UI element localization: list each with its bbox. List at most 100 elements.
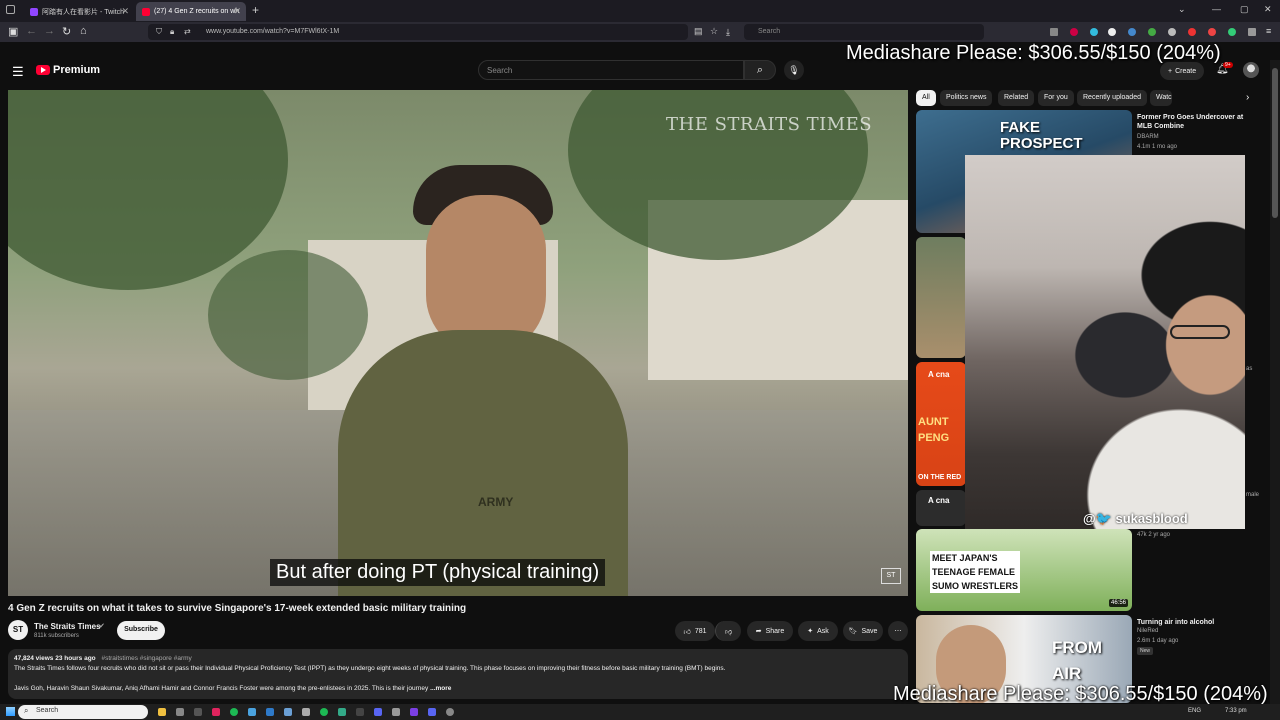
description-box[interactable]: 47,824 views 23 hours ago #straitstimes … — [8, 649, 908, 699]
chip-related[interactable]: Related — [998, 90, 1035, 106]
taskbar-app-icon[interactable] — [338, 708, 346, 716]
chip-all[interactable]: All — [916, 90, 936, 106]
lock-icon[interactable]: 🔒︎ — [170, 27, 174, 37]
dislike-button[interactable]: 👎︎ — [715, 621, 741, 641]
more-actions-button[interactable]: ⋯ — [888, 621, 908, 641]
back-icon[interactable]: ← — [26, 25, 37, 37]
close-tab-icon[interactable]: ✕ — [121, 6, 129, 17]
ask-button[interactable]: ✦ Ask — [798, 621, 838, 641]
taskbar-app-icon[interactable] — [410, 708, 418, 716]
downloads-icon[interactable]: ⤓ — [726, 27, 730, 38]
related-title[interactable]: Former Pro Goes Undercover at MLB Combin… — [1137, 113, 1257, 131]
save-button[interactable]: 🔖︎ Save — [843, 621, 883, 641]
forward-icon[interactable]: → — [44, 25, 55, 37]
url-bar[interactable]: ⛉ 🔒︎ ⇄ www.youtube.com/watch?v=M7FWl6tX-… — [148, 24, 718, 40]
taskbar-app-icon[interactable] — [212, 708, 220, 716]
spotify-icon[interactable] — [230, 708, 238, 716]
account-avatar[interactable] — [1243, 62, 1259, 78]
extension-icon[interactable] — [1148, 28, 1156, 36]
channel-name[interactable]: The Straits Times — [34, 622, 101, 631]
windows-taskbar: ⌕ Search ENG 7:33 pm — [0, 704, 1280, 720]
chip-recently-uploaded[interactable]: Recently uploaded — [1077, 90, 1147, 106]
sidebar-icon[interactable]: ▣ — [8, 25, 18, 38]
hamburger-menu-icon[interactable]: ☰ — [12, 64, 24, 80]
taskbar-app-icon[interactable] — [320, 708, 328, 716]
library-icon[interactable] — [1050, 28, 1058, 36]
taskbar-app-icon[interactable] — [446, 708, 454, 716]
taskbar-app-icon[interactable] — [194, 708, 202, 716]
related-thumbnail[interactable]: MEET JAPAN'S TEENAGE FEMALE SUMO WRESTLE… — [916, 529, 1132, 611]
channel-avatar[interactable]: ST — [8, 620, 28, 640]
related-thumbnail[interactable]: A cna AUNT PENG ON THE RED — [916, 362, 966, 486]
input-language[interactable]: ENG — [1188, 708, 1201, 714]
chip-for-you[interactable]: For you — [1038, 90, 1074, 106]
extension-icon[interactable] — [1070, 28, 1078, 36]
subscribe-watermark-badge[interactable]: ST — [881, 568, 901, 584]
related-channel[interactable]: DBARM — [1137, 134, 1159, 140]
taskbar-app-icon[interactable] — [374, 708, 382, 716]
permissions-icon[interactable]: ⇄ — [184, 27, 191, 36]
subscribe-button[interactable]: Subscribe — [117, 621, 165, 640]
reload-icon[interactable]: ↻ — [62, 25, 71, 38]
browser-tab-twitch[interactable]: 阿踏有人在看影片 - Twitch ✕ — [24, 2, 134, 21]
extension-icon[interactable] — [1188, 28, 1196, 36]
related-thumbnail[interactable]: A cna — [916, 490, 966, 526]
extension-icon[interactable] — [1208, 28, 1216, 36]
youtube-search-input[interactable]: Search — [478, 60, 744, 80]
sparkle-icon: ✦ — [807, 628, 814, 635]
related-thumbnail[interactable] — [916, 237, 966, 358]
taskbar-app-icon[interactable] — [266, 708, 274, 716]
related-title[interactable]: Turning air into alcohol — [1137, 618, 1257, 627]
show-more-link[interactable]: ...more — [430, 685, 451, 692]
search-placeholder: Search — [487, 66, 513, 75]
app-menu-icon[interactable]: ≡ — [1266, 26, 1271, 36]
taskbar-app-icon[interactable] — [302, 708, 310, 716]
file-explorer-icon[interactable] — [158, 708, 166, 716]
close-window-button[interactable]: ✕ — [1264, 4, 1272, 15]
extension-icon[interactable] — [1128, 28, 1136, 36]
browser-search-field[interactable]: Search — [744, 24, 984, 40]
like-button[interactable]: 👍︎ 781 — [675, 621, 715, 641]
taskbar-app-icon[interactable] — [284, 708, 292, 716]
taskbar-app-icon[interactable] — [176, 708, 184, 716]
scrollbar-thumb[interactable] — [1272, 68, 1278, 218]
new-tab-button[interactable]: + — [252, 3, 259, 17]
share-button[interactable]: ➦ Share — [747, 621, 793, 641]
related-channel[interactable]: NileRed — [1137, 628, 1158, 634]
taskbar-app-icon[interactable] — [428, 708, 436, 716]
video-player[interactable]: ARMY THE STRAITS TIMES But after doing P… — [8, 90, 908, 596]
tab-overflow-icon[interactable]: ⌄ — [1178, 4, 1186, 15]
url-text[interactable]: www.youtube.com/watch?v=M7FWl6tX-1M — [206, 28, 339, 35]
extension-icon[interactable] — [1168, 28, 1176, 36]
close-tab-icon[interactable]: ✕ — [233, 6, 241, 17]
minimize-button[interactable]: — — [1212, 4, 1221, 14]
video-duration: 46:56 — [1108, 599, 1128, 607]
browser-tab-youtube[interactable]: (27) 4 Gen Z recruits on wh ✕ — [136, 2, 246, 21]
home-icon[interactable]: ⌂ — [80, 25, 87, 37]
extension-icon[interactable] — [1228, 28, 1236, 36]
description-text: The Straits Times follows four recruits … — [14, 665, 726, 672]
page-scrollbar[interactable] — [1270, 60, 1280, 704]
taskbar-app-icon[interactable] — [248, 708, 256, 716]
reader-view-icon[interactable]: ▤ — [694, 26, 703, 37]
chip-politics-news[interactable]: Politics news — [940, 90, 993, 106]
extension-icon[interactable] — [1090, 28, 1098, 36]
hashtags[interactable]: #straitstimes #singapore #army — [101, 655, 191, 662]
windows-start-icon[interactable] — [6, 707, 15, 716]
search-button[interactable]: ⌕ — [744, 60, 776, 80]
shield-icon[interactable]: ⛉ — [156, 27, 162, 37]
youtube-premium-logo[interactable]: Premium — [36, 64, 100, 76]
extensions-menu-icon[interactable] — [1248, 28, 1256, 36]
maximize-button[interactable]: ▢ — [1240, 4, 1249, 15]
chip-watched[interactable]: Watc — [1150, 90, 1172, 106]
bookmark-star-icon[interactable]: ☆ — [710, 26, 718, 37]
taskbar-app-icon[interactable] — [392, 708, 400, 716]
tab-list-icon[interactable] — [6, 5, 15, 14]
extension-icon[interactable] — [1108, 28, 1116, 36]
chevron-right-icon[interactable]: › — [1246, 92, 1249, 103]
taskbar-app-icon[interactable] — [356, 708, 364, 716]
description-excerpt: Javis Goh, Haravin Shaun Sivakumar, Aniq… — [14, 685, 429, 692]
taskbar-clock[interactable]: 7:33 pm — [1225, 708, 1247, 714]
taskbar-search[interactable]: ⌕ Search — [18, 705, 148, 719]
voice-search-button[interactable]: 🎙︎ — [784, 60, 804, 80]
